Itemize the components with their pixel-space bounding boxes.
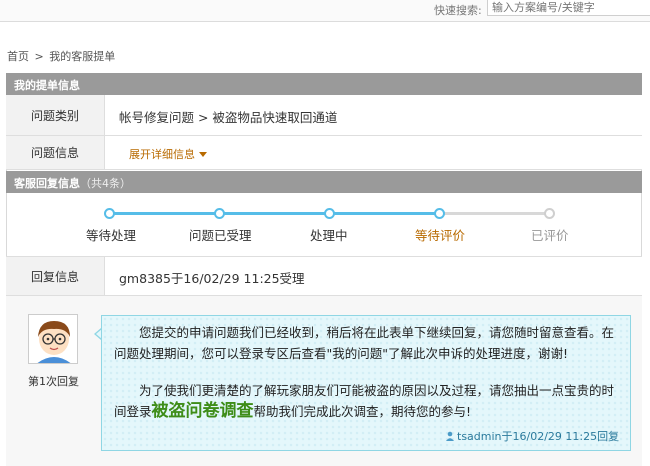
progress-step-3: 处理中 [310,228,348,243]
progress-dot-3 [324,208,335,219]
expand-details-link[interactable]: 展开详细信息 [129,146,207,162]
expand-details-label: 展开详细信息 [129,148,195,161]
reply-info-row: 回复信息 gm8385于16/02/29 11:25受理 [6,256,642,296]
breadcrumb: 首页 > 我的客服提单 [7,48,117,64]
ticket-info-header: 我的提单信息 [6,73,642,95]
info-label: 问题信息 [6,136,105,169]
reply-signature: tsadmin于16/02/29 11:25回复 [445,428,619,444]
avatar-image [29,315,77,363]
ticket-info-title: 我的提单信息 [14,79,80,92]
progress-step-1: 等待处理 [86,228,137,243]
progress-step-4: 等待评价 [415,228,466,243]
progress-track-pending [440,212,550,215]
survey-link[interactable]: 被盗问卷调查 [152,401,254,421]
reply-paragraph-2: 为了使我们更清楚的了解玩家朋友们可能被盗的原因以及过程，请您抽出一点宝贵的时间登… [114,380,620,422]
progress-track-done [110,212,440,215]
signature-text: tsadmin于16/02/29 11:25回复 [457,430,620,443]
info-row: 问题信息 展开详细信息 [6,136,642,170]
breadcrumb-home[interactable]: 首页 [7,50,29,63]
reply-section-header: 客服回复信息（共4条） [6,171,642,193]
progress-dot-2 [214,208,225,219]
progress-dot-1 [104,208,115,219]
progress-step-5: 已评价 [531,228,569,243]
category-row: 问题类别 帐号修复问题 > 被盗物品快速取回通道 [6,95,642,136]
search-input[interactable] [487,0,650,16]
reply-index-label: 第1次回复 [28,375,79,388]
reply-info-label: 回复信息 [6,257,105,295]
progress-step-2: 问题已受理 [189,228,252,243]
reply-info-value: gm8385于16/02/29 11:25受理 [119,271,305,286]
reply-count: （共4条） [80,177,131,190]
category-label: 问题类别 [6,95,105,135]
search-label: 快速搜索: [434,4,482,17]
progress-dot-5 [544,208,555,219]
breadcrumb-current: 我的客服提单 [49,50,116,63]
reply-paragraph-1: 您提交的申请问题我们已经收到，稍后将在此表单下继续回复，请您随时留意查看。在问题… [114,325,615,361]
person-icon [446,431,454,441]
category-value: 帐号修复问题 > 被盗物品快速取回通道 [119,110,338,125]
progress-dot-4 [434,208,445,219]
reply-section-title: 客服回复信息 [14,177,80,190]
top-bar: 快速搜索: [0,0,650,22]
caret-down-icon [199,152,207,157]
breadcrumb-sep: > [34,50,44,63]
agent-avatar [28,314,78,364]
reply-paragraph-2-end: 帮助我们完成此次调查，期待您的参与! [253,404,472,419]
